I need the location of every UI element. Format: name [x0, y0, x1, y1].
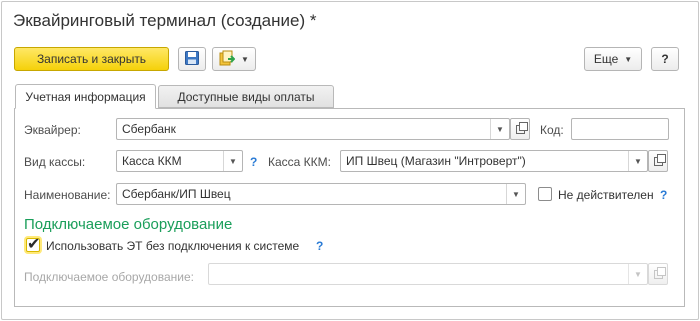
open-icon — [653, 266, 666, 279]
dropdown-icon[interactable]: ▼ — [223, 151, 242, 171]
save-button[interactable] — [178, 47, 206, 71]
cash-type-value: Касса ККМ — [122, 154, 182, 168]
cash-type-label: Вид кассы: — [24, 155, 86, 169]
cash-type-field[interactable]: Касса ККМ ▼ — [116, 150, 243, 172]
checkmark-icon: ✔ — [27, 236, 41, 253]
chevron-down-icon: ▼ — [624, 54, 633, 64]
kkm-value: ИП Швец (Магазин "Интроверт") — [346, 154, 526, 168]
equipment-label: Подключаемое оборудование: — [24, 270, 194, 284]
equipment-field: ▼ — [208, 263, 648, 285]
dropdown-icon[interactable]: ▼ — [628, 151, 647, 171]
equipment-open-button — [648, 263, 668, 285]
inactive-checkbox[interactable] — [538, 187, 552, 201]
floppy-disk-icon — [185, 50, 199, 68]
equipment-section-title: Подключаемое оборудование — [24, 216, 233, 233]
more-label: Еще — [593, 52, 619, 66]
inactive-help-icon[interactable]: ? — [660, 188, 667, 202]
dropdown-icon: ▼ — [628, 264, 647, 284]
use-without-connection-label: Использовать ЭТ без подключения к систем… — [46, 239, 300, 253]
use-without-connection-checkbox[interactable]: ✔ — [26, 236, 40, 253]
acquirer-label: Эквайрер: — [24, 123, 81, 137]
kkm-open-button[interactable] — [648, 150, 668, 172]
cash-type-help-icon[interactable]: ? — [250, 155, 257, 169]
form-title: Эквайринговый терминал (создание) * — [13, 11, 317, 30]
tab-payment-types[interactable]: Доступные виды оплаты — [158, 85, 334, 108]
help-button[interactable]: ? — [651, 47, 679, 71]
acquirer-value: Сбербанк — [122, 122, 176, 136]
name-label: Наименование: — [24, 188, 111, 202]
save-and-close-button[interactable]: Записать и закрыть — [14, 47, 169, 71]
acquirer-open-button[interactable] — [510, 118, 530, 140]
more-menu-button[interactable]: Еще ▼ — [584, 47, 642, 71]
open-icon — [515, 121, 528, 134]
kkm-label: Касса ККМ: — [268, 155, 331, 169]
chevron-down-icon: ▼ — [241, 54, 249, 64]
create-based-on-icon — [219, 50, 236, 69]
dropdown-icon[interactable]: ▼ — [490, 119, 509, 139]
create-based-on-button[interactable]: ▼ — [212, 47, 256, 71]
use-without-connection-help-icon[interactable]: ? — [316, 239, 323, 253]
code-input[interactable] — [571, 118, 669, 140]
name-field[interactable]: Сбербанк/ИП Швец ▼ — [116, 183, 526, 205]
inactive-label: Не действителен — [558, 188, 654, 202]
dropdown-icon[interactable]: ▼ — [506, 184, 525, 204]
tab-account-info[interactable]: Учетная информация — [15, 84, 156, 109]
kkm-field[interactable]: ИП Швец (Магазин "Интроверт") ▼ — [340, 150, 648, 172]
acquirer-field[interactable]: Сбербанк ▼ — [116, 118, 510, 140]
code-label: Код: — [540, 123, 564, 137]
open-icon — [653, 153, 666, 166]
name-value: Сбербанк/ИП Швец — [122, 187, 231, 201]
